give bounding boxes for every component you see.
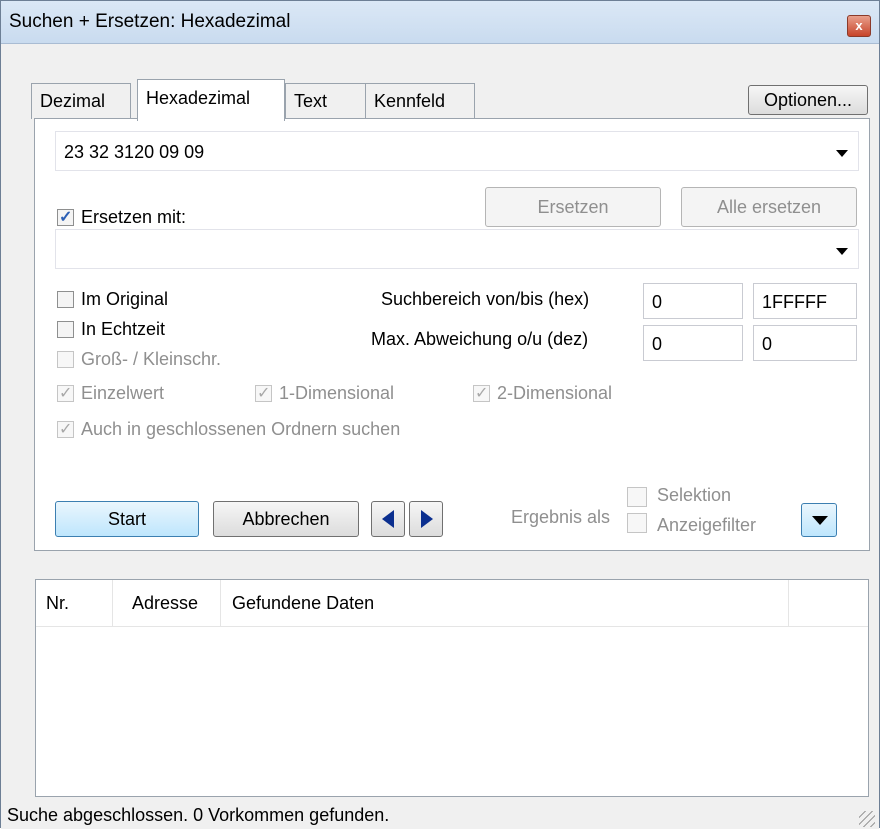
replace-with-checkbox[interactable]: [57, 207, 74, 227]
result-as-label: Ergebnis als: [511, 507, 611, 527]
next-button[interactable]: [409, 501, 443, 537]
status-text: Suche abgeschlossen. 0 Vorkommen gefunde…: [7, 805, 390, 825]
close-button[interactable]: x: [847, 15, 871, 37]
column-divider[interactable]: [220, 580, 221, 626]
zweidimensional-label: 2-Dimensional: [497, 383, 613, 403]
replace-all-button[interactable]: Alle ersetzen: [681, 187, 857, 227]
replace-button[interactable]: Ersetzen: [485, 187, 661, 227]
options-button[interactable]: Optionen...: [748, 85, 868, 115]
gross-klein-checkbox[interactable]: [57, 351, 74, 368]
selektion-checkbox[interactable]: [627, 487, 647, 507]
resize-grip-icon[interactable]: [859, 811, 875, 827]
tab-kennfeld[interactable]: Kennfeld: [365, 83, 475, 119]
arrow-right-icon: [421, 510, 433, 528]
im-original-label: Im Original: [81, 289, 169, 309]
zweidimensional-checkbox[interactable]: [473, 383, 490, 403]
closed-folders-label: Auch in geschlossenen Ordnern suchen: [81, 419, 401, 439]
column-header-gefundene-daten[interactable]: Gefundene Daten: [232, 593, 374, 614]
tab-dezimal[interactable]: Dezimal: [31, 83, 131, 119]
window-title: Suchen + Ersetzen: Hexadezimal: [9, 11, 291, 32]
arrow-left-icon: [382, 510, 394, 528]
einzelwert-label: Einzelwert: [81, 383, 165, 403]
chevron-down-icon: [812, 516, 828, 525]
im-original-checkbox[interactable]: [57, 291, 74, 308]
results-table[interactable]: Nr. Adresse Gefundene Daten: [35, 579, 869, 797]
einzelwert-checkbox[interactable]: [57, 383, 74, 403]
deviation-under-input[interactable]: 0: [753, 325, 857, 361]
eindimensional-checkbox[interactable]: [255, 383, 272, 403]
chevron-down-icon[interactable]: [836, 248, 848, 255]
search-combobox[interactable]: 23 32 3120 09 09: [55, 131, 859, 171]
anzeigefilter-label: Anzeigefilter: [657, 515, 757, 535]
tab-hexadezimal[interactable]: Hexadezimal: [137, 79, 285, 121]
range-to-input[interactable]: 1FFFFF: [753, 283, 857, 319]
title-bar[interactable]: Suchen + Ersetzen: Hexadezimal x: [1, 1, 879, 44]
search-range-label: Suchbereich von/bis (hex): [381, 289, 590, 309]
result-menu-button[interactable]: [801, 503, 837, 537]
tab-text[interactable]: Text: [285, 83, 367, 119]
replace-with-label: Ersetzen mit:: [81, 207, 187, 227]
chevron-down-icon[interactable]: [836, 150, 848, 157]
deviation-over-input[interactable]: 0: [643, 325, 743, 361]
anzeigefilter-checkbox[interactable]: [627, 513, 647, 533]
search-value: 23 32 3120 09 09: [64, 142, 205, 162]
status-bar: Suche abgeschlossen. 0 Vorkommen gefunde…: [1, 801, 879, 829]
gross-klein-label: Groß- / Kleinschr.: [81, 349, 222, 369]
max-deviation-label: Max. Abweichung o/u (dez): [371, 329, 589, 349]
column-divider[interactable]: [788, 580, 789, 626]
abbrechen-button[interactable]: Abbrechen: [213, 501, 359, 537]
results-header: Nr. Adresse Gefundene Daten: [36, 580, 868, 627]
previous-button[interactable]: [371, 501, 405, 537]
replace-combobox[interactable]: [55, 229, 859, 269]
start-button[interactable]: Start: [55, 501, 199, 537]
column-header-nr[interactable]: Nr.: [46, 593, 69, 614]
search-replace-dialog: Suchen + Ersetzen: Hexadezimal x Dezimal…: [0, 0, 880, 829]
in-echtzeit-checkbox[interactable]: [57, 321, 74, 338]
close-icon: x: [855, 18, 863, 33]
column-divider[interactable]: [112, 580, 113, 626]
range-from-input[interactable]: 0: [643, 283, 743, 319]
selektion-label: Selektion: [657, 485, 732, 505]
in-echtzeit-label: In Echtzeit: [81, 319, 166, 339]
closed-folders-checkbox[interactable]: [57, 419, 74, 439]
eindimensional-label: 1-Dimensional: [279, 383, 395, 403]
column-header-adresse[interactable]: Adresse: [132, 593, 198, 614]
hexadecimal-tab-panel: 23 32 3120 09 09 Ersetzen mit: Ersetzen …: [34, 118, 870, 551]
